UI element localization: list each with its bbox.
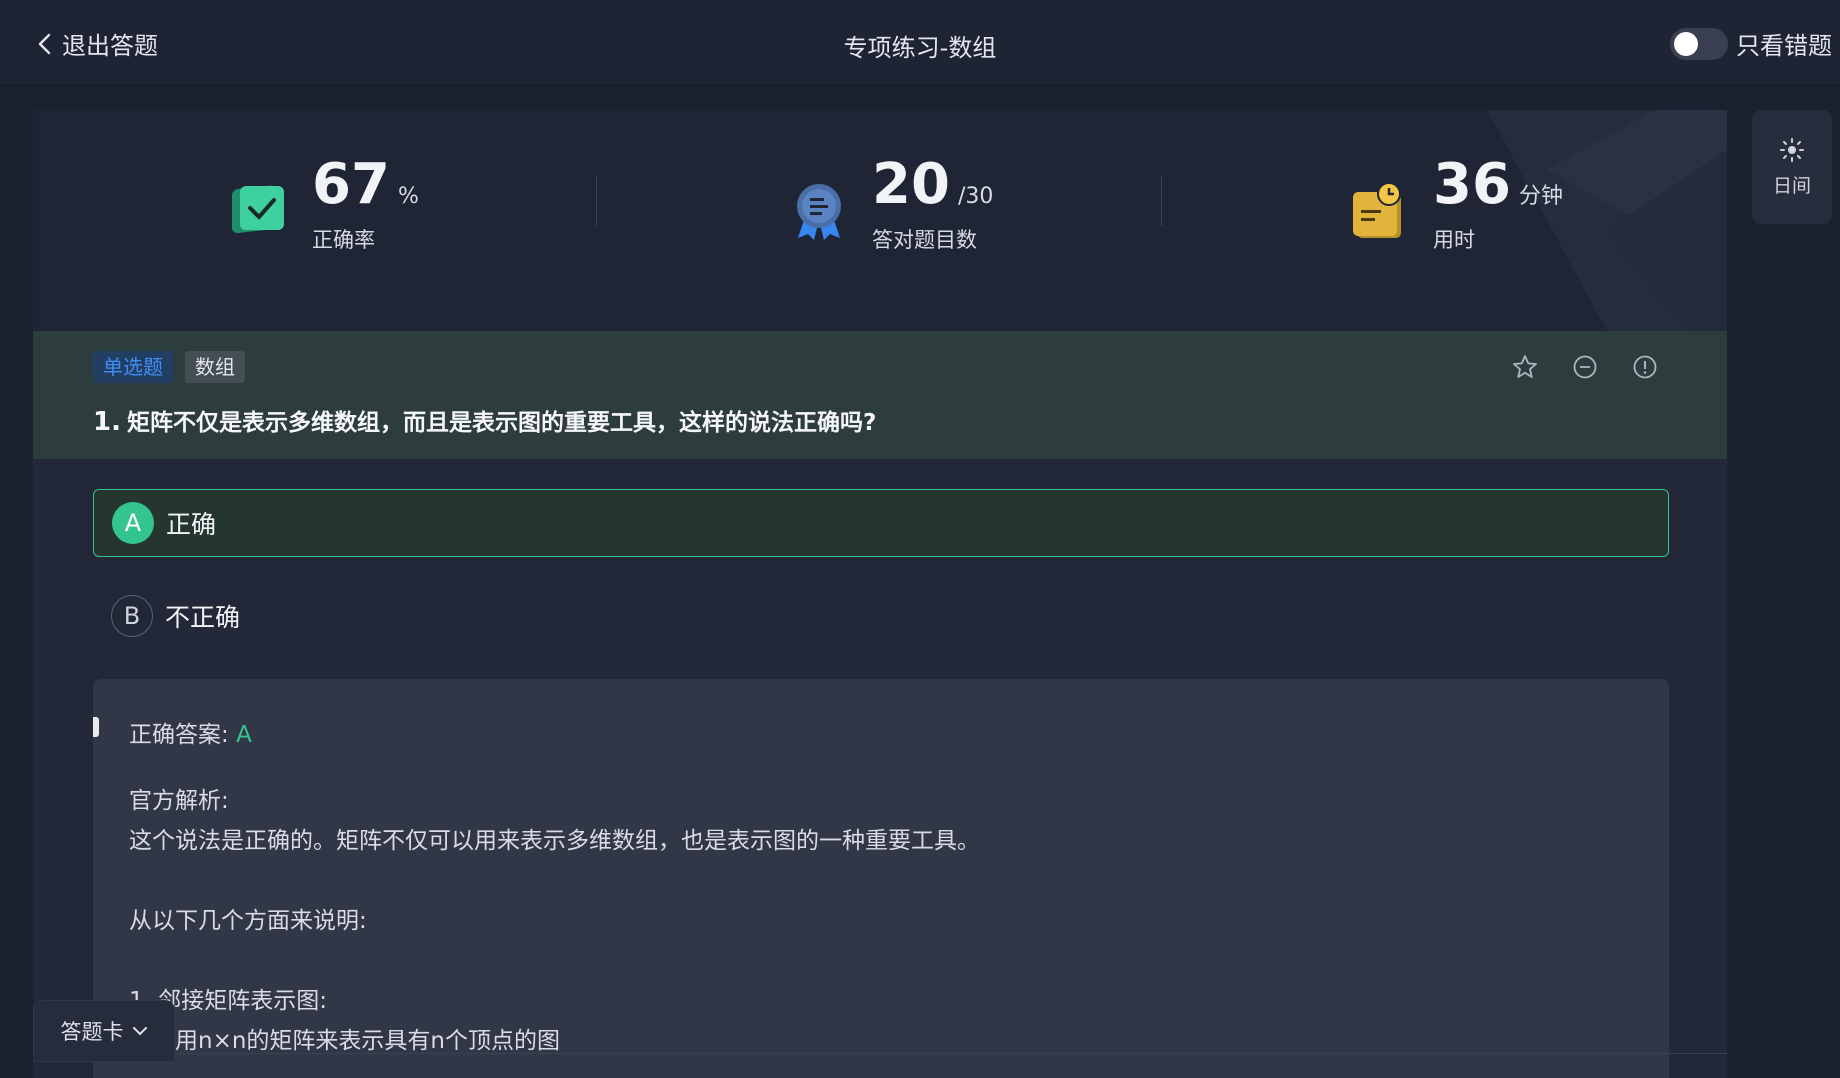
correct-answer-line: 正确答案: A [129, 715, 1669, 755]
time-unit: 分钟 [1518, 184, 1563, 209]
divider [1161, 176, 1162, 226]
analysis-panel: 正确答案: A 官方解析: 这个说法是正确的。矩阵不仅可以用来表示多维数组，也是… [93, 679, 1669, 1078]
stats-banner: 67% 正确率 20/30 答对题目数 36 分钟 用时 [33, 110, 1727, 331]
wrong-only-toggle-group: 只看错题 [1670, 26, 1832, 61]
time-value: 36 [1433, 152, 1511, 217]
answer-card-label: 答题卡 [60, 1020, 124, 1044]
sun-icon [1780, 137, 1804, 162]
answer-card-button[interactable]: 答题卡 [33, 1000, 175, 1062]
option-b-text: 不正确 [165, 603, 241, 632]
option-b[interactable]: B 不正确 [93, 582, 1669, 650]
top-bar: 退出答题 专项练习-数组 只看错题 [0, 0, 1840, 86]
main-panel: 67% 正确率 20/30 答对题目数 36 分钟 用时 单选题 数组 1. 矩… [33, 110, 1727, 1078]
accuracy-value: 67 [312, 152, 390, 217]
award-badge-icon [797, 184, 841, 240]
page-title: 专项练习-数组 [843, 34, 997, 62]
option-b-letter: B [111, 595, 153, 637]
question-header: 单选题 数组 1. 矩阵不仅是表示多维数组，而且是表示图的重要工具，这样的说法正确… [33, 331, 1727, 459]
clock-note-icon [1353, 182, 1401, 238]
theme-toggle-button[interactable]: 日间 [1752, 110, 1832, 224]
correct-answer-label: 正确答案: [129, 722, 229, 748]
question-type-tag: 单选题 [93, 351, 173, 383]
question-number: 1. [93, 407, 121, 437]
question-stem: 矩阵不仅是表示多维数组，而且是表示图的重要工具，这样的说法正确吗? [126, 410, 877, 436]
theme-label: 日间 [1772, 174, 1811, 197]
correct-count-unit: /30 [957, 184, 994, 209]
analysis-line-1: 这个说法是正确的。矩阵不仅可以用来表示多维数组，也是表示图的一种重要工具。 [129, 828, 980, 854]
stat-correct-count: 20/30 答对题目数 [788, 150, 993, 254]
question-tags: 单选题 数组 [93, 351, 245, 383]
time-label: 用时 [1433, 228, 1475, 252]
official-analysis-label: 官方解析: [129, 788, 229, 814]
minus-circle-icon[interactable] [1571, 353, 1599, 381]
check-box-icon [232, 185, 284, 233]
option-a[interactable]: A 正确 [93, 489, 1669, 557]
star-icon[interactable] [1511, 353, 1539, 381]
question-actions [1511, 353, 1659, 381]
analysis-marker [93, 717, 99, 737]
wrong-only-label: 只看错题 [1736, 32, 1832, 60]
option-a-text: 正确 [166, 510, 217, 539]
wrong-only-toggle[interactable] [1670, 27, 1728, 60]
chevron-down-icon [132, 1027, 147, 1036]
analysis-line-4: 可以用n×n的矩阵来表示具有n个顶点的图 [129, 1028, 561, 1054]
analysis-line-3: 1. 邻接矩阵表示图: [129, 988, 328, 1014]
toggle-knob [1674, 31, 1698, 56]
bottom-divider [175, 1053, 1727, 1054]
stat-time-used: 36 分钟 用时 [1349, 150, 1563, 254]
option-a-letter: A [112, 502, 154, 544]
stat-accuracy: 67% 正确率 [228, 150, 419, 254]
report-icon[interactable] [1631, 353, 1659, 381]
accuracy-unit: % [397, 184, 419, 209]
question-text: 1. 矩阵不仅是表示多维数组，而且是表示图的重要工具，这样的说法正确吗? [93, 403, 876, 437]
correct-answer-value: A [236, 722, 252, 748]
analysis-line-2: 从以下几个方面来说明: [129, 908, 367, 934]
correct-count-value: 20 [872, 152, 950, 217]
accuracy-label: 正确率 [312, 228, 375, 252]
divider [596, 176, 597, 226]
correct-count-label: 答对题目数 [872, 228, 977, 252]
question-topic-tag: 数组 [185, 351, 245, 383]
